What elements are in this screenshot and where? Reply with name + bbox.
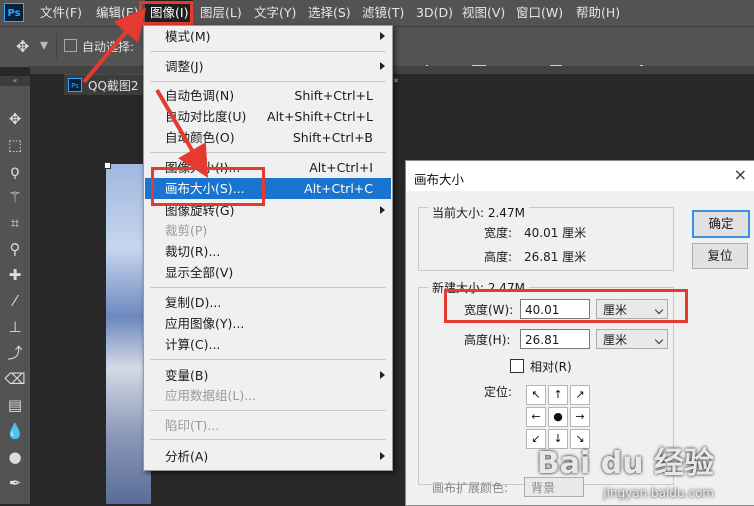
baidu-watermark-logo: Bai du 经验 — [536, 446, 714, 481]
annotation-arrows — [82, 7, 209, 178]
annotation-arrow-to-canvas-size — [155, 88, 209, 178]
annotation-arrow-to-menu — [82, 7, 147, 84]
baidu-watermark-url: jingyan.baidu.com — [603, 486, 714, 500]
